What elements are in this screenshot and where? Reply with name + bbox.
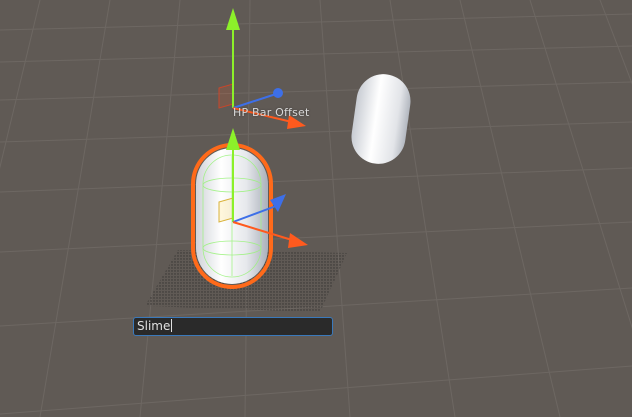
move-x-arrow-icon[interactable] bbox=[288, 233, 308, 248]
move-z-arrow-icon[interactable] bbox=[273, 88, 283, 98]
text-caret bbox=[171, 319, 173, 332]
plane-handle-icon[interactable] bbox=[218, 197, 234, 223]
capsule-object[interactable] bbox=[348, 71, 414, 168]
gizmo-label: HP Bar Offset bbox=[233, 106, 310, 119]
plane-handle-icon[interactable] bbox=[218, 83, 234, 109]
rename-input[interactable]: Slime bbox=[133, 317, 333, 336]
move-y-arrow-icon[interactable] bbox=[226, 8, 240, 30]
rename-input-value: Slime bbox=[137, 319, 171, 333]
move-y-arrow-icon[interactable] bbox=[226, 128, 240, 150]
scene-viewport[interactable] bbox=[0, 0, 632, 417]
scene-grid bbox=[0, 0, 632, 417]
